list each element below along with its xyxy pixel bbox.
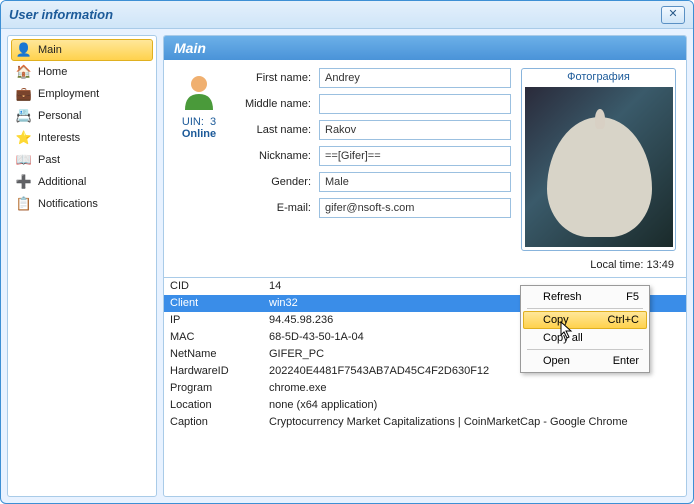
context-menu: RefreshF5 CopyCtrl+C Copy all OpenEnter [520, 285, 650, 373]
middle-name-input[interactable] [319, 94, 511, 114]
ctx-open[interactable]: OpenEnter [523, 352, 647, 370]
last-name-label: Last name: [234, 124, 319, 136]
close-button[interactable]: ✕ [661, 6, 685, 24]
book-icon: 📖 [16, 152, 32, 168]
sidebar-item-notifications[interactable]: 📋 Notifications [11, 193, 153, 215]
window-title: User information [9, 7, 661, 22]
last-name-input[interactable] [319, 120, 511, 140]
content: 👤 Main 🏠 Home 💼 Employment 📇 Personal ⭐ Inter… [1, 29, 693, 503]
first-name-input[interactable] [319, 68, 511, 88]
email-input[interactable] [319, 198, 511, 218]
nickname-label: Nickname: [234, 150, 319, 162]
separator [527, 308, 643, 309]
ctx-copy-all[interactable]: Copy all [523, 329, 647, 347]
home-icon: 🏠 [16, 64, 32, 80]
avatar-column: UIN: 3 Online [174, 68, 224, 251]
gender-input[interactable] [319, 172, 511, 192]
person-icon: 👤 [16, 42, 32, 58]
photo-column: Фотография [521, 68, 676, 251]
titlebar: User information ✕ [1, 1, 693, 29]
sidebar-item-label: Additional [38, 176, 86, 188]
sidebar: 👤 Main 🏠 Home 💼 Employment 📇 Personal ⭐ Inter… [7, 35, 157, 497]
sidebar-item-interests[interactable]: ⭐ Interests [11, 127, 153, 149]
sidebar-item-additional[interactable]: ➕ Additional [11, 171, 153, 193]
local-time: Local time: 13:49 [164, 255, 686, 277]
plus-icon: ➕ [16, 174, 32, 190]
middle-name-label: Middle name: [234, 98, 319, 110]
form: First name: Middle name: Last name: Nick… [234, 68, 511, 251]
nickname-input[interactable] [319, 146, 511, 166]
briefcase-icon: 💼 [16, 86, 32, 102]
list-icon: 📋 [16, 196, 32, 212]
sidebar-item-label: Interests [38, 132, 80, 144]
photo-image [525, 87, 673, 247]
sidebar-item-label: Personal [38, 110, 81, 122]
photo-box: Фотография [521, 68, 676, 251]
first-name-label: First name: [234, 72, 319, 84]
sidebar-item-label: Past [38, 154, 60, 166]
gender-label: Gender: [234, 176, 319, 188]
uin-label: UIN: 3 [174, 116, 224, 128]
separator [527, 349, 643, 350]
ctx-refresh[interactable]: RefreshF5 [523, 288, 647, 306]
status-label: Online [174, 128, 224, 140]
panel-header: Main [164, 36, 686, 60]
sidebar-item-past[interactable]: 📖 Past [11, 149, 153, 171]
sidebar-item-home[interactable]: 🏠 Home [11, 61, 153, 83]
photo-title: Фотография [522, 69, 675, 85]
grid-row: Locationnone (x64 application) [164, 397, 686, 414]
sidebar-item-employment[interactable]: 💼 Employment [11, 83, 153, 105]
sidebar-item-main[interactable]: 👤 Main [11, 39, 153, 61]
sidebar-item-label: Notifications [38, 198, 98, 210]
grid-row: CaptionCryptocurrency Market Capitalizat… [164, 414, 686, 431]
sidebar-item-label: Employment [38, 88, 99, 100]
sidebar-item-label: Home [38, 66, 67, 78]
sidebar-item-label: Main [38, 44, 62, 56]
ctx-copy[interactable]: CopyCtrl+C [523, 311, 647, 329]
user-info-window: User information ✕ 👤 Main 🏠 Home 💼 Employme… [0, 0, 694, 504]
upper-area: UIN: 3 Online First name: Middle name: L… [164, 60, 686, 255]
star-icon: ⭐ [16, 130, 32, 146]
sidebar-item-personal[interactable]: 📇 Personal [11, 105, 153, 127]
card-icon: 📇 [16, 108, 32, 124]
main-panel: Main UIN: 3 Online First name: Middle na… [163, 35, 687, 497]
details-grid[interactable]: CID14 Clientwin32 IP94.45.98.236 MAC68-5… [164, 277, 686, 496]
avatar-icon [179, 72, 219, 112]
email-label: E-mail: [234, 202, 319, 214]
grid-row: Programchrome.exe [164, 380, 686, 397]
